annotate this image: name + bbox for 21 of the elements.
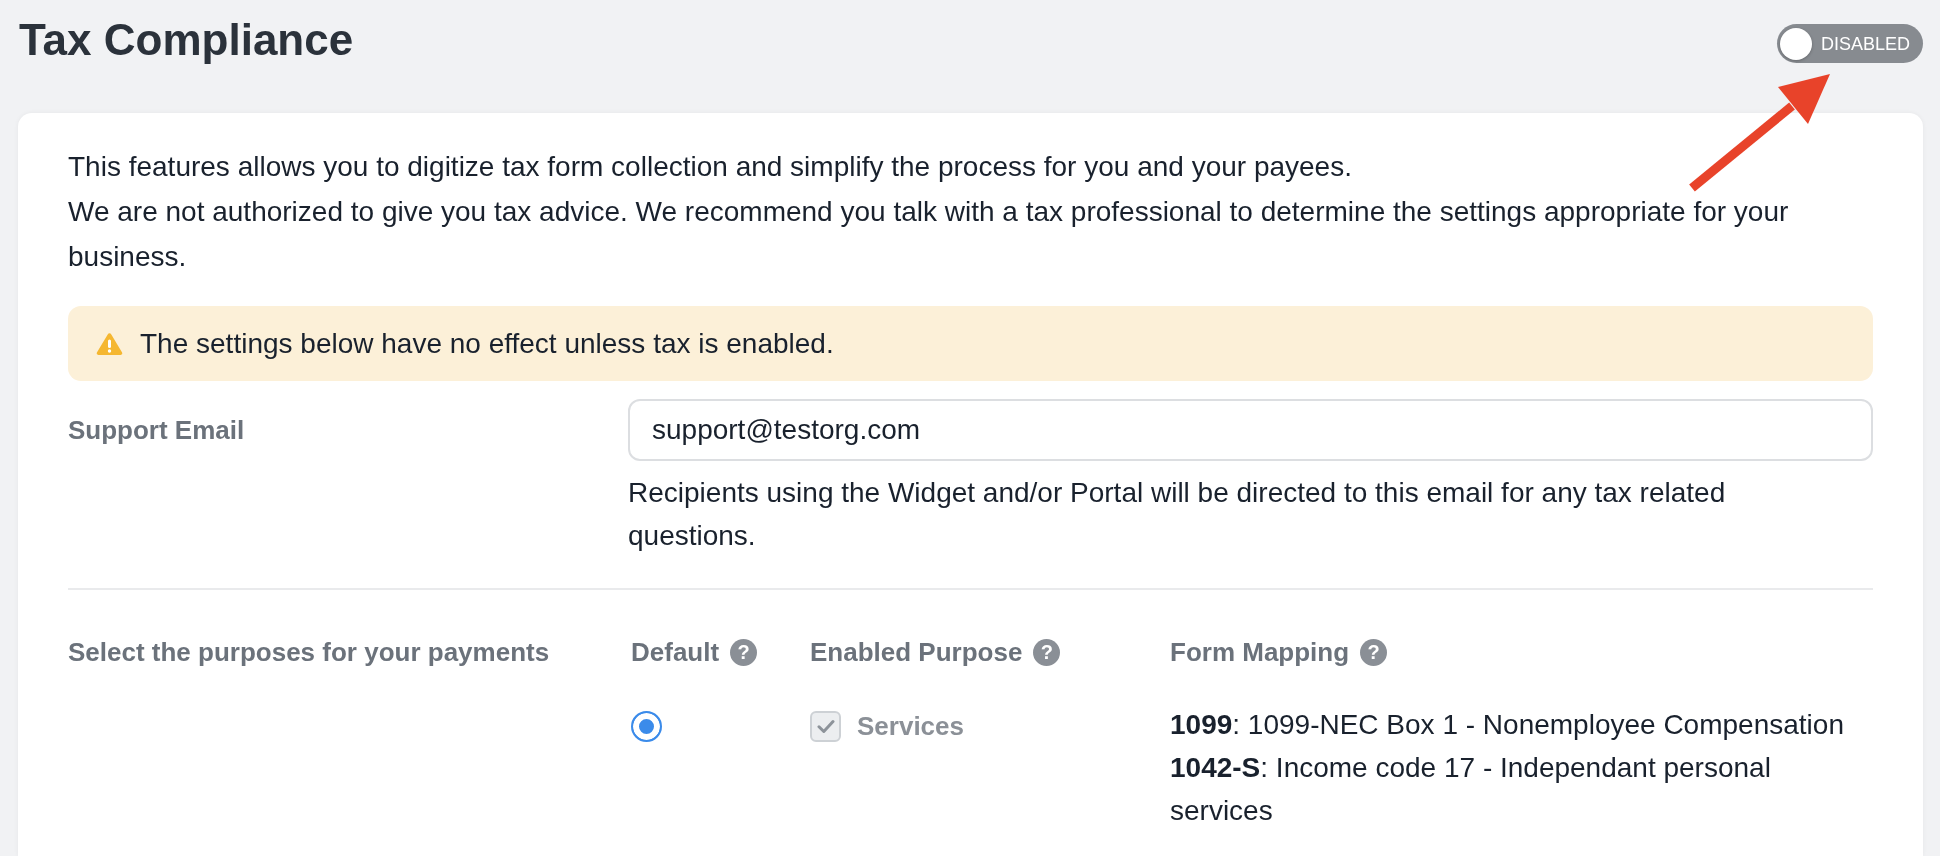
warning-text: The settings below have no effect unless tax is enabled. (140, 327, 834, 361)
help-text: Recipients using the Widget and/or Portal will be directed to this email for any tax related questions. (628, 476, 1727, 553)
help-icon[interactable]: ? (1033, 638, 1061, 666)
email-field[interactable]: support@testorg.com (628, 399, 1873, 461)
warning-icon (96, 331, 123, 356)
section-label: Select the purposes for your payments (68, 636, 551, 669)
option-label: Services (857, 710, 964, 743)
field-label: Support Email (68, 414, 246, 447)
intro-text: This features allows you to digitize tax form collection and simplify the process for you and your payees. (68, 150, 1353, 184)
form-mapping-text: 1099: 1099-NEC Box 1 - Nonemployee Compensation (1170, 708, 1844, 742)
column-header: Form Mapping (1170, 636, 1350, 669)
knob-icon (1780, 27, 1812, 60)
enable-toggle[interactable]: DISABLED (1777, 24, 1923, 63)
help-icon[interactable]: ? (730, 638, 758, 666)
column-header: Enabled Purpose (810, 636, 1023, 669)
form-mapping-text: 1042-S: Income code 17 - Independant personal services (1170, 751, 1772, 828)
checkmark-icon (816, 719, 835, 734)
column-header: Default (631, 636, 720, 669)
help-icon[interactable]: ? (1360, 638, 1388, 666)
page-title: Tax Compliance (19, 14, 354, 66)
intro-text: We are not authorized to give you tax advice. We recommend you talk with a tax professional to determine the settings appropriate for your business. (68, 195, 1790, 274)
